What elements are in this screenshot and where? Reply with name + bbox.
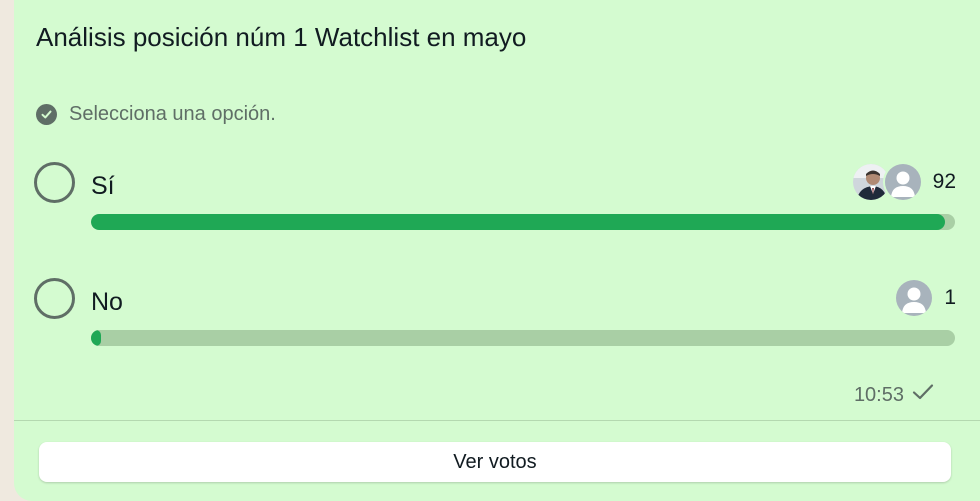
timestamp-text: 10:53 (853, 383, 904, 406)
view-votes-button[interactable]: Ver votos (39, 442, 951, 482)
vote-count: 92 (932, 170, 956, 193)
message-timestamp: 10:53 (854, 383, 934, 407)
option-voters[interactable]: 1 (894, 278, 956, 318)
option-voters[interactable]: 92 (850, 162, 956, 202)
default-avatar (894, 278, 935, 318)
divider (14, 420, 980, 421)
vote-count: 1 (944, 286, 956, 309)
poll-hint: Selecciona una opción. (36, 103, 276, 126)
default-avatar (882, 162, 923, 202)
progress-fill (91, 330, 102, 346)
option-radio[interactable] (34, 278, 75, 319)
poll-card: Análisis posición núm 1 Watchlist en may… (14, 0, 980, 501)
poll-option-no[interactable]: No 1 (34, 278, 960, 368)
poll-title: Análisis posición núm 1 Watchlist en may… (36, 22, 527, 52)
poll-option-si[interactable]: Sí 92 (34, 162, 960, 252)
single-check-icon (912, 383, 934, 407)
progress-track (91, 214, 955, 230)
check-circle-icon (36, 104, 57, 125)
voter-avatars (894, 278, 935, 318)
poll-hint-text: Selecciona una opción. (69, 103, 276, 125)
option-label: Sí (91, 172, 115, 200)
progress-fill (91, 214, 946, 230)
option-label: No (91, 288, 123, 316)
voter-avatars (850, 162, 923, 202)
option-radio[interactable] (34, 162, 75, 203)
progress-track (91, 330, 955, 346)
